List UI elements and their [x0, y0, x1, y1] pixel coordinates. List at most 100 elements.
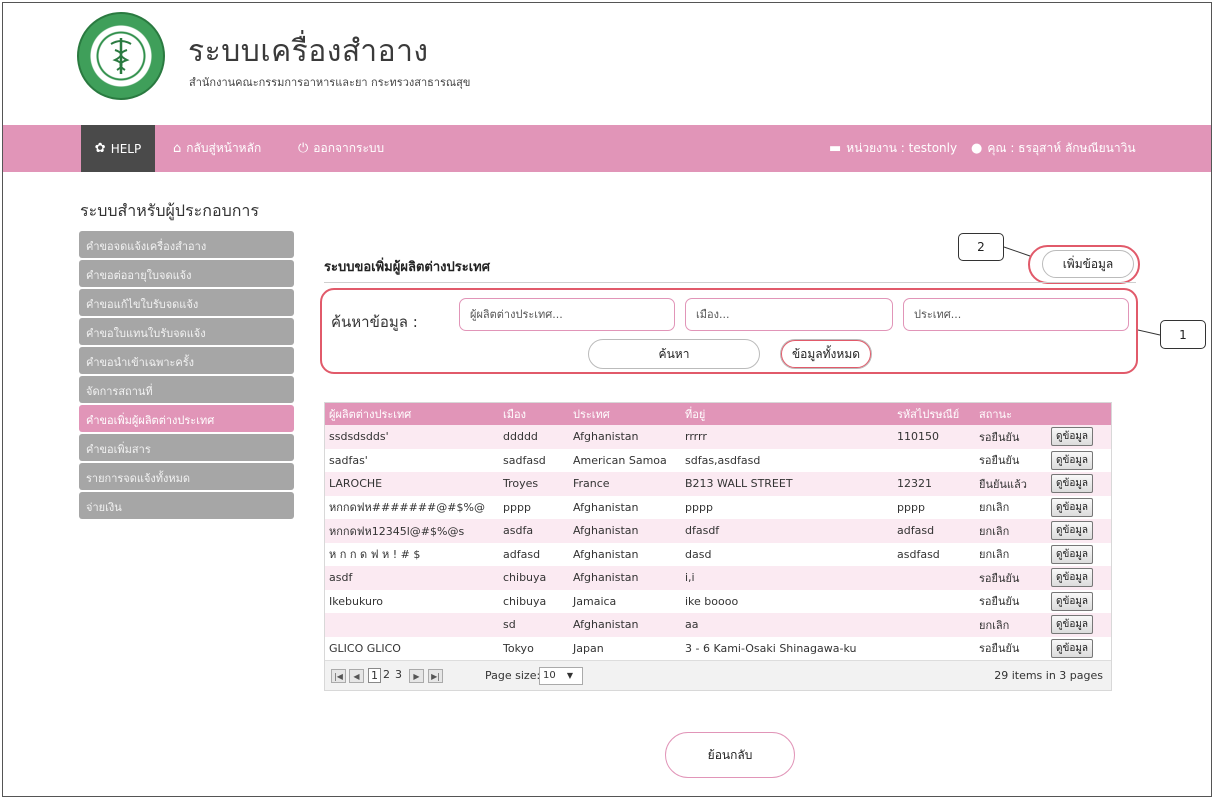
cell-city: Troyes	[499, 472, 569, 496]
view-data-button[interactable]: ดูข้อมูล	[1051, 521, 1094, 541]
country-search-input[interactable]	[903, 298, 1129, 331]
nav-unit[interactable]: ▬ หน่วยงาน : testonly	[829, 125, 957, 172]
page-number-3[interactable]: 3	[395, 668, 402, 681]
last-page-icon[interactable]: ▶|	[428, 669, 443, 683]
sidebar-item-replacement[interactable]: คำขอใบแทนใบรับจดแจ้ง	[79, 318, 294, 345]
cell-city: asdfa	[499, 519, 569, 543]
app-title: ระบบเครื่องสำอาง	[188, 34, 429, 69]
first-page-icon[interactable]: |◀	[331, 669, 346, 683]
view-data-button[interactable]: ดูข้อมูล	[1051, 544, 1094, 564]
table-row: sadfas' sadfasd American Samoa sdfas,asdfas…	[325, 448, 1111, 472]
page-size-label: Page size:	[485, 669, 541, 682]
show-all-button[interactable]: ข้อมูลทั้งหมด	[780, 339, 872, 369]
page-size-select[interactable]: 10 ▼	[539, 667, 583, 685]
app-subtitle: สำนักงานคณะกรรมการอาหารและยา กระทรวงสาธา…	[189, 76, 471, 89]
cell-action: ดูข้อมูล	[1047, 519, 1111, 543]
column-header-status[interactable]: สถานะ	[975, 403, 1047, 425]
column-header-action	[1047, 403, 1111, 425]
cell-status: รอยืนยัน	[975, 448, 1047, 472]
manufacturer-search-input[interactable]	[459, 298, 675, 331]
table-header-row: ผู้ผลิตต่างประเทศ เมือง ประเทศ ที่อยู่ ร…	[325, 403, 1111, 425]
view-data-button[interactable]: ดูข้อมูล	[1051, 615, 1094, 635]
cell-manufacturer: หกกดฟห12345l@#$%@s	[325, 519, 499, 543]
cell-postcode: adfasd	[893, 519, 975, 543]
sidebar-item-one-time-import[interactable]: คำขอนำเข้าเฉพาะครั้ง	[79, 347, 294, 374]
user-icon: ●	[971, 141, 983, 156]
cell-address: aa	[681, 613, 893, 637]
cell-postcode	[893, 566, 975, 590]
view-data-button[interactable]: ดูข้อมูล	[1051, 474, 1094, 494]
prev-page-icon[interactable]: ◀	[349, 669, 364, 683]
sidebar-item-renewal[interactable]: คำขอต่ออายุใบจดแจ้ง	[79, 260, 294, 287]
column-header-address[interactable]: ที่อยู่	[681, 403, 893, 425]
page-size-value: 10	[543, 670, 556, 681]
sidebar-item-add-substance[interactable]: คำขอเพิ่มสาร	[79, 434, 294, 461]
table-row: หกกดฟห12345l@#$%@s asdfa Afghanistan dfasdf…	[325, 519, 1111, 543]
cell-action: ดูข้อมูล	[1047, 472, 1111, 496]
chevron-down-icon: ▼	[566, 671, 574, 680]
nav-help[interactable]: ✿ HELP	[81, 125, 155, 172]
city-search-input[interactable]	[685, 298, 893, 331]
sidebar-menu: คำขอจดแจ้งเครื่องสำอาง คำขอต่ออายุใบจดแจ…	[79, 231, 294, 521]
gear-icon: ✿	[94, 141, 106, 156]
cell-address: rrrrr	[681, 425, 893, 449]
table-row: LAROCHE Troyes France B213 WALL STREET 12321…	[325, 472, 1111, 496]
caduceus-icon	[110, 38, 132, 74]
view-data-button[interactable]: ดูข้อมูล	[1051, 591, 1094, 611]
nav-home[interactable]: ⌂ กลับสู่หน้าหลัก	[173, 125, 261, 172]
cell-address: B213 WALL STREET	[681, 472, 893, 496]
column-header-manufacturer[interactable]: ผู้ผลิตต่างประเทศ	[325, 403, 499, 425]
view-data-button[interactable]: ดูข้อมูล	[1051, 568, 1094, 588]
cell-address: sdfas,asdfasd	[681, 448, 893, 472]
cell-status: ยืนยันแล้ว	[975, 472, 1047, 496]
cell-country: Afghanistan	[569, 425, 681, 449]
sidebar-title: ระบบสำหรับผู้ประกอบการ	[80, 201, 259, 220]
search-button[interactable]: ค้นหา	[588, 339, 760, 369]
nav-user[interactable]: ● คุณ : ธรอุสาห์ ลักษณียนาวิน	[971, 125, 1136, 172]
cell-postcode	[893, 448, 975, 472]
cell-country: Afghanistan	[569, 495, 681, 519]
callout-2: 2	[958, 233, 1004, 261]
cell-country: Afghanistan	[569, 519, 681, 543]
cell-action: ดูข้อมูล	[1047, 566, 1111, 590]
cell-action: ดูข้อมูล	[1047, 636, 1111, 660]
power-icon: ⏻	[298, 141, 309, 156]
view-data-button[interactable]: ดูข้อมูล	[1051, 497, 1094, 517]
sidebar-item-amendment[interactable]: คำขอแก้ไขใบรับจดแจ้ง	[79, 289, 294, 316]
view-data-button[interactable]: ดูข้อมูล	[1051, 427, 1094, 447]
nav-logout[interactable]: ⏻ ออกจากระบบ	[298, 125, 384, 172]
sidebar-item-foreign-manufacturer[interactable]: คำขอเพิ่มผู้ผลิตต่างประเทศ	[79, 405, 294, 432]
page-number-2[interactable]: 2	[383, 668, 390, 681]
cell-country: Afghanistan	[569, 613, 681, 637]
view-data-button[interactable]: ดูข้อมูล	[1051, 638, 1094, 658]
sidebar-item-cosmetic-notification[interactable]: คำขอจดแจ้งเครื่องสำอาง	[79, 231, 294, 258]
cell-status: รอยืนยัน	[975, 425, 1047, 449]
page-number-1[interactable]: 1	[368, 668, 381, 683]
table-row: ห ก ก ด ฟ ห ! # $ adfasd Afghanistan dasd as…	[325, 542, 1111, 566]
add-data-button[interactable]: เพิ่มข้อมูล	[1042, 250, 1134, 278]
cell-action: ดูข้อมูล	[1047, 542, 1111, 566]
cell-country: American Samoa	[569, 448, 681, 472]
column-header-country[interactable]: ประเทศ	[569, 403, 681, 425]
cell-status: ยกเลิก	[975, 495, 1047, 519]
nav-logout-label: ออกจากระบบ	[313, 141, 385, 155]
sidebar-item-payment[interactable]: จ่ายเงิน	[79, 492, 294, 519]
sidebar-item-manage-location[interactable]: จัดการสถานที่	[79, 376, 294, 403]
cell-manufacturer: ssdsdsdds'	[325, 425, 499, 449]
top-navbar: ✿ HELP ⌂ กลับสู่หน้าหลัก ⏻ ออกจากระบบ ▬ …	[3, 125, 1211, 172]
callout-1: 1	[1160, 320, 1206, 349]
cell-city: ddddd	[499, 425, 569, 449]
cell-manufacturer: GLICO GLICO	[325, 636, 499, 660]
sidebar-item-all-notifications[interactable]: รายการจดแจ้งทั้งหมด	[79, 463, 294, 490]
nav-user-label: คุณ : ธรอุสาห์ ลักษณียนาวิน	[987, 141, 1136, 155]
back-button[interactable]: ย้อนกลับ	[665, 732, 795, 778]
column-header-city[interactable]: เมือง	[499, 403, 569, 425]
view-data-button[interactable]: ดูข้อมูล	[1051, 450, 1094, 470]
column-header-postcode[interactable]: รหัสไปรษณีย์	[893, 403, 975, 425]
cell-country: Japan	[569, 636, 681, 660]
fda-logo	[77, 12, 165, 100]
table-row: asdf chibuya Afghanistan i,i รอยืนยัน ดูข้อมู…	[325, 566, 1111, 590]
cell-manufacturer: LAROCHE	[325, 472, 499, 496]
next-page-icon[interactable]: ▶	[409, 669, 424, 683]
cell-address: 3 - 6 Kami-Osaki Shinagawa-ku	[681, 636, 893, 660]
